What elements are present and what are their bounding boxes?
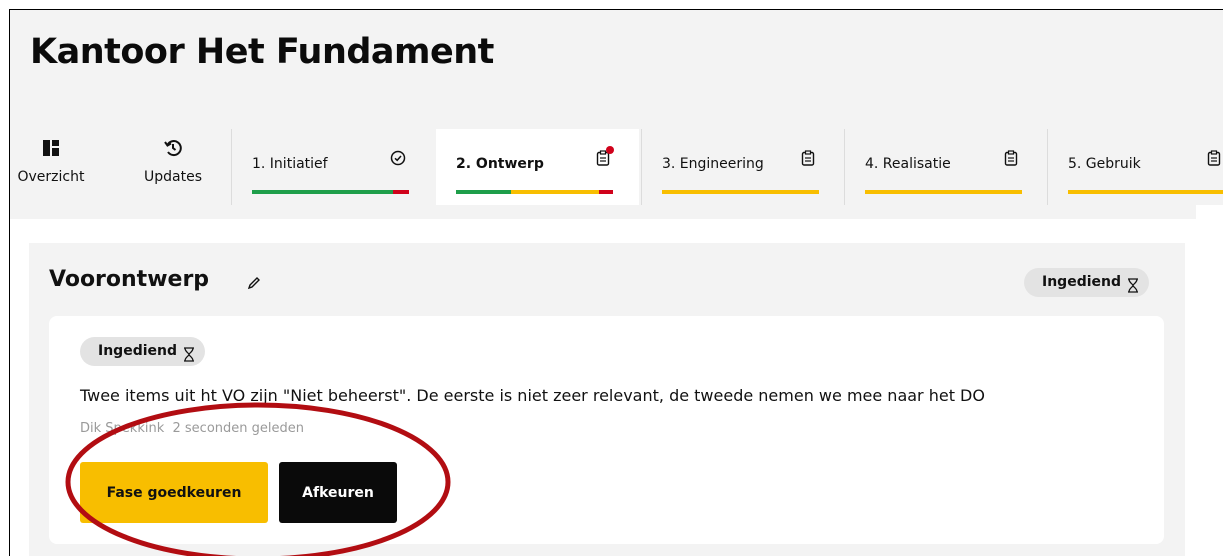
- progress-segment: [599, 190, 613, 194]
- overview-button[interactable]: Overzicht: [16, 139, 86, 185]
- submission-comment: Twee items uit ht VO zijn "Niet beheerst…: [80, 386, 985, 405]
- progress-segment: [252, 190, 393, 194]
- content-top-strip: [10, 205, 1196, 219]
- reject-button[interactable]: Afkeuren: [279, 462, 397, 523]
- progress-segment: [511, 190, 599, 194]
- tab-label: 1. Initiatief: [252, 156, 328, 172]
- author-name: Dik Spekkink: [80, 421, 165, 436]
- submission-status-badge: Ingediend: [80, 337, 205, 366]
- notification-dot: [606, 146, 614, 154]
- phase-status-badge: Ingediend: [1024, 268, 1149, 297]
- timestamp: 2 seconden geleden: [172, 421, 305, 436]
- tab-initiatief[interactable]: 1. Initiatief: [231, 129, 434, 205]
- status-text: Ingediend: [98, 343, 177, 359]
- tab-engineering[interactable]: 3. Engineering: [641, 129, 844, 205]
- history-icon: [138, 139, 208, 161]
- clipboard-icon: [1206, 150, 1222, 166]
- tab-progress-bar: [456, 190, 613, 194]
- hourglass-icon: [183, 344, 195, 373]
- progress-segment: [456, 190, 511, 194]
- tab-realisatie[interactable]: 4. Realisatie: [844, 129, 1047, 205]
- updates-label: Updates: [144, 169, 202, 185]
- clipboard-icon: [1003, 150, 1019, 166]
- phase-tabbar: Overzicht Updates 1. Initiatief 2. Ontwe…: [10, 129, 1223, 205]
- edit-icon[interactable]: [247, 275, 261, 294]
- status-text: Ingediend: [1042, 274, 1121, 290]
- tab-progress-bar: [662, 190, 819, 194]
- hourglass-icon: [1127, 275, 1139, 304]
- submission-meta: Dik Spekkink 2 seconden geleden: [80, 421, 304, 436]
- tab-progress-bar: [865, 190, 1022, 194]
- updates-button[interactable]: Updates: [138, 139, 208, 185]
- tab-progress-bar: [252, 190, 409, 194]
- tab-gebruik[interactable]: 5. Gebruik: [1047, 129, 1223, 205]
- clipboard-icon: [800, 150, 816, 166]
- page-title: Kantoor Het Fundament: [30, 32, 494, 72]
- tab-label: 3. Engineering: [662, 156, 764, 172]
- check-circle-icon: [390, 150, 406, 166]
- phase-title: Voorontwerp: [49, 267, 210, 292]
- approve-phase-button[interactable]: Fase goedkeuren: [80, 462, 268, 523]
- progress-segment: [865, 190, 1022, 194]
- tab-label: 5. Gebruik: [1068, 156, 1141, 172]
- submission-card: Ingediend Twee items uit ht VO zijn "Nie…: [49, 316, 1164, 544]
- tab-label: 2. Ontwerp: [456, 156, 544, 172]
- dashboard-icon: [16, 139, 86, 161]
- tab-label: 4. Realisatie: [865, 156, 951, 172]
- progress-segment: [1068, 190, 1223, 194]
- progress-segment: [393, 190, 409, 194]
- overview-label: Overzicht: [17, 169, 85, 185]
- clipboard-icon: [595, 146, 614, 166]
- page-header: Kantoor Het Fundament: [10, 10, 1223, 129]
- tab-progress-bar: [1068, 190, 1223, 194]
- app-window: Kantoor Het Fundament Overzicht Updates …: [9, 9, 1223, 556]
- phase-panel: Voorontwerp Ingediend Ingediend Twee ite…: [29, 243, 1185, 556]
- progress-segment: [662, 190, 819, 194]
- tab-ontwerp[interactable]: 2. Ontwerp: [436, 129, 639, 205]
